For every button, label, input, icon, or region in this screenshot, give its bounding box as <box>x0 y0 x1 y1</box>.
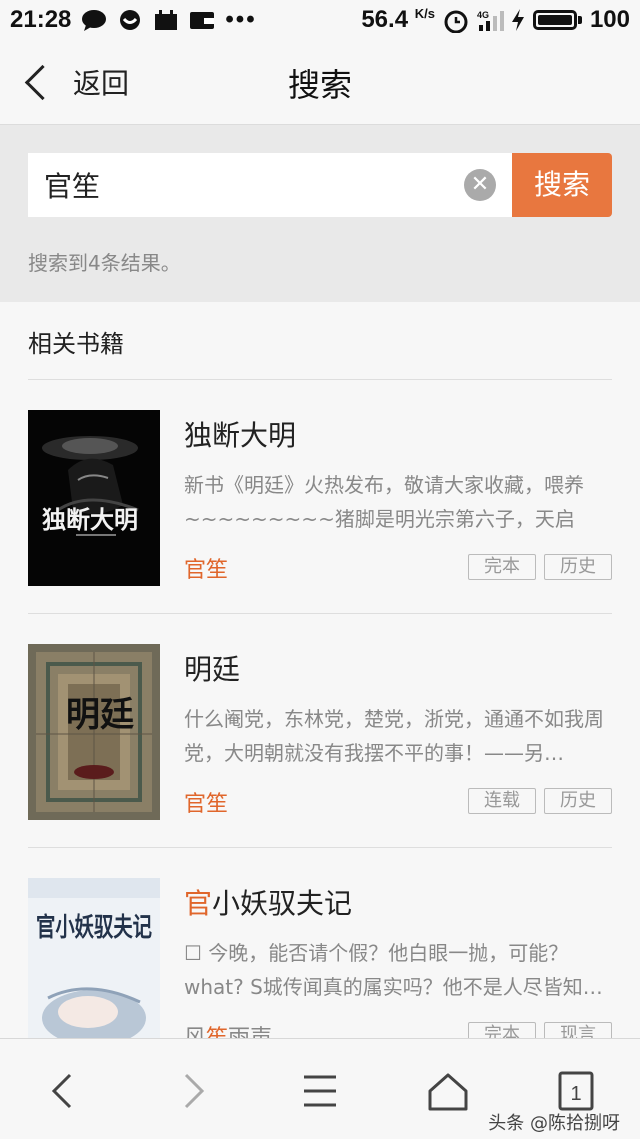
battery-level: 100 <box>589 6 630 33</box>
alarm-clock-icon <box>443 9 469 34</box>
watermark: 头条 @陈拾捌呀 <box>488 1113 620 1134</box>
search-area: ✕ 搜索 搜索到4条结果。 <box>0 125 640 302</box>
page-title: 搜索 <box>287 66 352 104</box>
charging-icon <box>511 9 525 31</box>
cover-title: 明廷 <box>66 695 134 735</box>
status-tag: 连载 <box>468 788 536 814</box>
book-tags: 连载 历史 <box>468 788 612 814</box>
book-author[interactable]: 官笙 <box>184 552 228 584</box>
nav-forward-icon[interactable] <box>168 1067 216 1115</box>
chat-bubble-icon <box>81 9 107 31</box>
calendar-icon <box>153 9 179 31</box>
network-speed: 56.4 K/s <box>361 6 435 33</box>
search-box: ✕ <box>28 153 512 217</box>
clear-search-icon[interactable]: ✕ <box>464 169 496 201</box>
more-notifications-icon: ••• <box>225 6 257 33</box>
book-cover: 独断大明 <box>28 410 160 586</box>
book-title: 官小妖驭夫记 <box>184 887 353 920</box>
tabs-icon[interactable]: 1 <box>552 1067 600 1115</box>
book-author[interactable]: 官笙 <box>184 786 228 818</box>
battery-tip <box>577 16 582 24</box>
status-time: 21:28 <box>10 6 72 33</box>
book-cover: 明廷 <box>28 644 160 820</box>
search-input[interactable] <box>28 153 448 217</box>
battery-icon <box>532 10 577 30</box>
tab-count: 1 <box>570 1083 581 1105</box>
book-description: ☐ 今晚，能否请个假？他白眼一抛，可能？what? S城传闻真的属实吗？他不是人… <box>184 941 603 999</box>
cover-title: 独断大明 <box>42 505 138 534</box>
bottom-nav: 1 头条 @陈拾捌呀 <box>0 1038 640 1139</box>
book-item[interactable]: 独断大明 独断大明 新书《明廷》火热发布，敬请大家收藏，喂养~~~~~~~~~猪… <box>28 380 612 614</box>
result-count: 搜索到4条结果。 <box>28 251 181 275</box>
book-cover: 官小妖驭夫记 <box>28 878 160 1054</box>
status-tag: 完本 <box>468 554 536 580</box>
book-title: 独断大明 <box>184 419 297 452</box>
book-tags: 完本 历史 <box>468 554 612 580</box>
menu-icon[interactable] <box>296 1067 344 1115</box>
nav-back-icon[interactable] <box>40 1067 88 1115</box>
app-notification-icon <box>117 9 143 31</box>
genre-tag: 历史 <box>544 554 612 580</box>
book-description: 新书《明廷》火热发布，敬请大家收藏，喂养~~~~~~~~~猪脚是明光宗第六子，天… <box>184 473 584 531</box>
genre-tag: 历史 <box>544 788 612 814</box>
cover-title: 官小妖驭夫记 <box>36 912 152 943</box>
wallet-icon <box>189 9 215 31</box>
nav-header: 返回 搜索 <box>0 40 640 125</box>
section-title: 相关书籍 <box>28 330 124 358</box>
search-button[interactable]: 搜索 <box>512 153 612 217</box>
home-icon[interactable] <box>424 1067 472 1115</box>
status-bar: 21:28 ••• 56.4 K/s 4G 100 <box>0 0 640 40</box>
svg-text:4G: 4G <box>477 10 489 20</box>
book-title: 明廷 <box>184 653 241 686</box>
book-description: 什么阉党，东林党，楚党，浙党，通通不如我周党，大明朝就没有我摆不平的事！——另… <box>184 707 604 765</box>
book-item[interactable]: 明廷 明廷 什么阉党，东林党，楚党，浙党，通通不如我周党，大明朝就没有我摆不平的… <box>28 614 612 848</box>
signal-4g-icon: 4G <box>477 9 504 31</box>
